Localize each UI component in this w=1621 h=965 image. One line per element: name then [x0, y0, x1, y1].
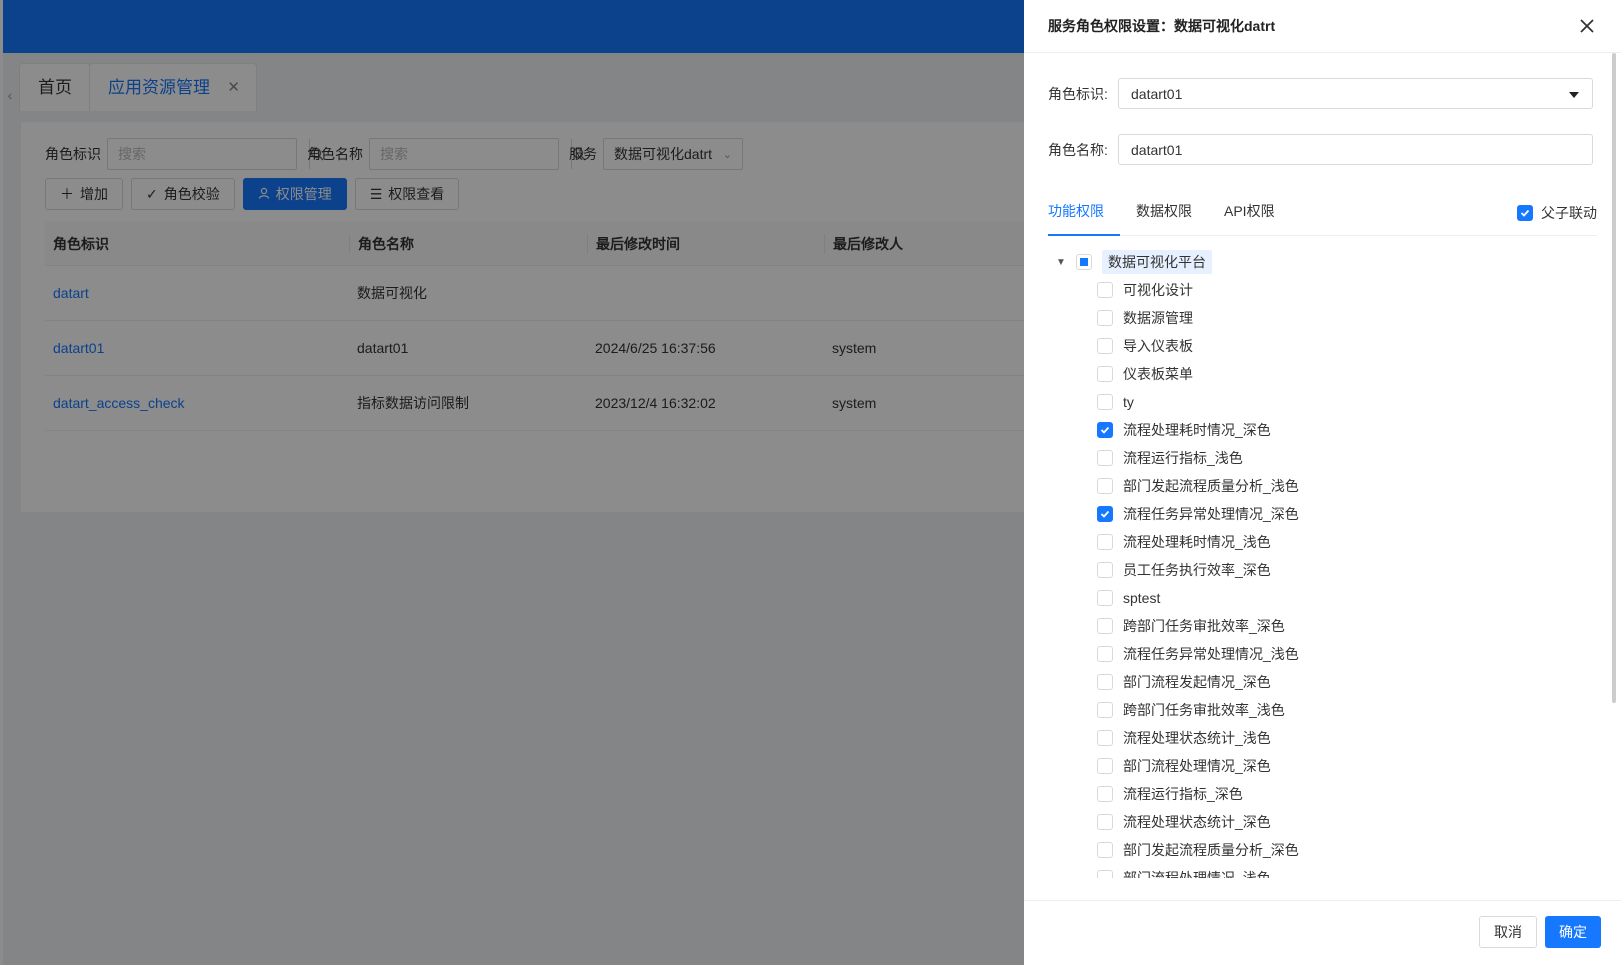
- tree-node[interactable]: 导入仪表板: [1048, 332, 1597, 360]
- tree-children: 可视化设计数据源管理导入仪表板仪表板菜单 ty 流程处理耗时情况_深色 流程运行指标_…: [1048, 276, 1597, 878]
- close-icon[interactable]: [1577, 16, 1597, 36]
- tree-node[interactable]: 流程运行指标_浅色: [1048, 444, 1597, 472]
- tree-node-label: 部门流程处理情况_深色: [1123, 758, 1271, 774]
- tree-node-checkbox[interactable]: [1097, 758, 1113, 774]
- tree-node[interactable]: 数据源管理: [1048, 304, 1597, 332]
- tree-node[interactable]: 流程处理状态统计_深色: [1048, 808, 1597, 836]
- tree-node-checkbox[interactable]: [1097, 646, 1113, 662]
- tree-node-label: 部门流程发起情况_深色: [1123, 674, 1271, 690]
- tree-node-checkbox[interactable]: [1097, 870, 1113, 878]
- tree-node-label: 仪表板菜单: [1123, 366, 1193, 382]
- tree-node-checkbox[interactable]: [1097, 590, 1113, 606]
- tree-node-checkbox[interactable]: [1097, 534, 1113, 550]
- tree-node-checkbox[interactable]: [1097, 478, 1113, 494]
- drawer-footer: 取消 确定: [1024, 900, 1621, 965]
- tab-function-permission[interactable]: 功能权限: [1048, 195, 1120, 236]
- role-id-select-value: datart01: [1131, 85, 1183, 102]
- role-id-label: 角色标识:: [1048, 85, 1108, 102]
- tree-node[interactable]: 流程运行指标_深色: [1048, 780, 1597, 808]
- tree-node[interactable]: 可视化设计: [1048, 276, 1597, 304]
- tree-node-label: 流程任务异常处理情况_深色: [1123, 506, 1299, 522]
- tree-node[interactable]: 流程任务异常处理情况_深色: [1048, 500, 1597, 528]
- drawer-title: 服务角色权限设置：数据可视化datrt: [1048, 18, 1276, 34]
- tree-node-label: 跨部门任务审批效率_深色: [1123, 618, 1285, 634]
- tree-node-label: 流程处理状态统计_浅色: [1123, 730, 1271, 746]
- tree-node-label: 部门发起流程质量分析_深色: [1123, 842, 1299, 858]
- tree-node-label: 流程任务异常处理情况_浅色: [1123, 646, 1299, 662]
- tree-node-label: 部门发起流程质量分析_浅色: [1123, 478, 1299, 494]
- tree-node-checkbox[interactable]: [1097, 842, 1113, 858]
- tree-node-label: 员工任务执行效率_深色: [1123, 562, 1271, 578]
- linkage-label: 父子联动: [1541, 205, 1597, 221]
- role-id-row: 角色标识: datart01: [1048, 78, 1593, 109]
- tree-node-label: 流程运行指标_浅色: [1123, 450, 1243, 466]
- tree-node[interactable]: 仪表板菜单: [1048, 360, 1597, 388]
- tree-root-node[interactable]: ▼ 数据可视化平台: [1048, 248, 1597, 276]
- tree-node-checkbox[interactable]: [1097, 730, 1113, 746]
- tree-root-checkbox[interactable]: [1076, 254, 1092, 270]
- permission-tree: ▼ 数据可视化平台 可视化设计数据源管理导入仪表板仪表板菜单 ty 流程处理耗时情况…: [1048, 248, 1597, 878]
- tree-node[interactable]: ty: [1048, 388, 1597, 416]
- confirm-button[interactable]: 确定: [1545, 916, 1601, 948]
- tree-node[interactable]: 跨部门任务审批效率_浅色: [1048, 696, 1597, 724]
- tree-node-checkbox[interactable]: [1097, 366, 1113, 382]
- tree-node-checkbox[interactable]: [1097, 562, 1113, 578]
- cancel-button[interactable]: 取消: [1479, 916, 1537, 948]
- tree-node[interactable]: 员工任务执行效率_深色: [1048, 556, 1597, 584]
- tab-data-permission[interactable]: 数据权限: [1120, 195, 1208, 235]
- tree-node[interactable]: 部门发起流程质量分析_浅色: [1048, 472, 1597, 500]
- tree-node-checkbox[interactable]: [1097, 786, 1113, 802]
- tree-node-checkbox[interactable]: [1097, 506, 1113, 522]
- tree-node-checkbox[interactable]: [1097, 702, 1113, 718]
- tree-root-label: 数据可视化平台: [1102, 250, 1212, 274]
- tree-node[interactable]: 部门流程处理情况_浅色: [1048, 864, 1597, 878]
- tree-node-checkbox[interactable]: [1097, 310, 1113, 326]
- tree-node-label: 部门流程处理情况_浅色: [1123, 870, 1271, 878]
- role-name-input[interactable]: [1118, 134, 1593, 165]
- tree-node[interactable]: 流程处理状态统计_浅色: [1048, 724, 1597, 752]
- tree-node[interactable]: 流程任务异常处理情况_浅色: [1048, 640, 1597, 668]
- caret-down-icon[interactable]: ▼: [1056, 257, 1066, 268]
- tree-node-checkbox[interactable]: [1097, 674, 1113, 690]
- tree-node[interactable]: 部门发起流程质量分析_深色: [1048, 836, 1597, 864]
- tree-node[interactable]: 流程处理耗时情况_深色: [1048, 416, 1597, 444]
- permission-drawer: 服务角色权限设置：数据可视化datrt 角色标识: datart01 角色名称:…: [1024, 0, 1621, 965]
- linkage-checkbox[interactable]: [1517, 205, 1533, 221]
- caret-down-icon: [1568, 86, 1580, 102]
- permission-tabs: 功能权限 数据权限 API权限: [1048, 195, 1597, 236]
- tree-node-label: 流程处理耗时情况_浅色: [1123, 534, 1271, 550]
- tree-node-label: 流程处理状态统计_深色: [1123, 814, 1271, 830]
- tree-node-label: 流程运行指标_深色: [1123, 786, 1243, 802]
- tree-node-label: 流程处理耗时情况_深色: [1123, 422, 1271, 438]
- drawer-scrollbar[interactable]: [1612, 53, 1616, 703]
- tree-node-label: ty: [1123, 394, 1134, 410]
- tree-node-checkbox[interactable]: [1097, 338, 1113, 354]
- tree-node-label: 导入仪表板: [1123, 338, 1193, 354]
- tab-api-permission[interactable]: API权限: [1208, 195, 1291, 235]
- tree-node-label: 数据源管理: [1123, 310, 1193, 326]
- tree-node-checkbox[interactable]: [1097, 282, 1113, 298]
- role-name-row: 角色名称:: [1048, 134, 1593, 165]
- drawer-header: 服务角色权限设置：数据可视化datrt: [1024, 0, 1621, 53]
- tree-node-checkbox[interactable]: [1097, 422, 1113, 438]
- tree-node[interactable]: 部门流程发起情况_深色: [1048, 668, 1597, 696]
- tree-node-label: 可视化设计: [1123, 282, 1193, 298]
- tree-node[interactable]: 跨部门任务审批效率_深色: [1048, 612, 1597, 640]
- tree-node-checkbox[interactable]: [1097, 814, 1113, 830]
- parent-child-linkage[interactable]: 父子联动: [1517, 203, 1597, 223]
- tree-node[interactable]: 部门流程处理情况_深色: [1048, 752, 1597, 780]
- tree-node[interactable]: 流程处理耗时情况_浅色: [1048, 528, 1597, 556]
- tree-node-checkbox[interactable]: [1097, 618, 1113, 634]
- tree-node-label: sptest: [1123, 590, 1161, 606]
- tree-node-checkbox[interactable]: [1097, 450, 1113, 466]
- role-name-label: 角色名称:: [1048, 141, 1108, 158]
- tree-node-label: 跨部门任务审批效率_浅色: [1123, 702, 1285, 718]
- tree-node-checkbox[interactable]: [1097, 394, 1113, 410]
- tree-node[interactable]: sptest: [1048, 584, 1597, 612]
- role-id-select[interactable]: datart01: [1118, 78, 1593, 109]
